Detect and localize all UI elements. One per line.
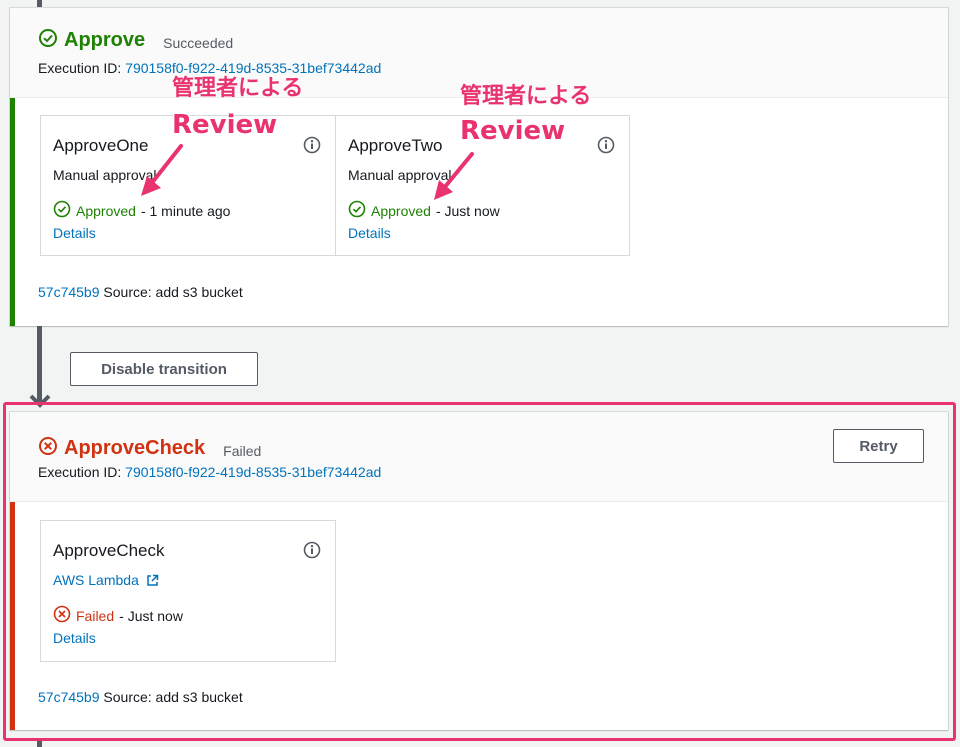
execution-label: Execution ID:	[38, 464, 122, 480]
info-icon[interactable]	[597, 136, 615, 159]
check-circle-icon	[348, 200, 366, 221]
source-text: Source: add s3 bucket	[103, 689, 243, 705]
action-time: - Just now	[435, 202, 500, 219]
x-circle-icon	[38, 436, 58, 461]
action-provider-row: AWS Lambda	[53, 572, 159, 590]
stage-status: Failed	[223, 442, 262, 459]
stage-approvecheck: ApproveCheck Failed Execution ID: 790158…	[10, 412, 948, 730]
action-status: Approved	[76, 202, 136, 219]
execution-id-link[interactable]: 790158f0-f922-419d-8535-31bef73442ad	[125, 464, 381, 480]
action-time: - 1 minute ago	[140, 202, 231, 219]
details-link[interactable]: Details	[53, 225, 96, 241]
stage-header: ApproveCheck Failed Execution ID: 790158…	[10, 412, 948, 502]
details-link[interactable]: Details	[348, 225, 391, 241]
source-row: 57c745b9 Source: add s3 bucket	[38, 689, 243, 705]
source-commit-link[interactable]: 57c745b9	[38, 689, 100, 705]
pipeline-connector-top	[37, 0, 42, 8]
arrow-annotation-1	[141, 144, 183, 196]
source-commit-link[interactable]: 57c745b9	[38, 284, 100, 300]
x-circle-icon	[53, 605, 71, 626]
action-time: - Just now	[119, 607, 183, 624]
pipeline-connector-middle	[37, 326, 42, 402]
stage-title: ApproveCheck	[64, 437, 206, 459]
execution-row: Execution ID: 790158f0-f922-419d-8535-31…	[38, 464, 381, 480]
chevron-down-icon	[29, 394, 51, 408]
action-card-approvecheck: ApproveCheck AWS Lambda Failed - Just no…	[40, 520, 336, 662]
check-circle-icon	[53, 200, 71, 221]
source-row: 57c745b9 Source: add s3 bucket	[38, 284, 243, 300]
action-status: Approved	[371, 202, 431, 219]
source-text: Source: add s3 bucket	[103, 284, 243, 300]
stage-title: Approve	[64, 29, 146, 51]
annotation-line2: Review	[172, 110, 278, 140]
info-icon[interactable]	[303, 541, 321, 564]
pipeline-connector-bottom	[37, 738, 42, 747]
annotation-line1: 管理者による	[460, 84, 592, 109]
retry-button[interactable]: Retry	[833, 429, 924, 463]
aws-lambda-link[interactable]: AWS Lambda	[53, 572, 139, 588]
action-status: Failed	[76, 607, 115, 624]
execution-label: Execution ID:	[38, 60, 122, 76]
stage-status: Succeeded	[163, 34, 234, 51]
annotation-line2: Review	[460, 116, 566, 146]
annotation-line1: 管理者による	[172, 76, 304, 101]
details-link[interactable]: Details	[53, 630, 96, 646]
stage-title-row: Approve Succeeded	[38, 28, 233, 53]
action-status-row: Failed - Just now	[53, 605, 183, 626]
info-icon[interactable]	[303, 136, 321, 159]
arrow-annotation-2	[434, 152, 474, 200]
stage-title-row: ApproveCheck Failed	[38, 436, 261, 461]
action-status-row: Approved - 1 minute ago	[53, 200, 230, 221]
action-name: ApproveCheck	[53, 541, 165, 560]
disable-transition-button[interactable]: Disable transition	[70, 352, 258, 386]
external-link-icon[interactable]	[146, 574, 159, 590]
check-circle-icon	[38, 28, 58, 53]
